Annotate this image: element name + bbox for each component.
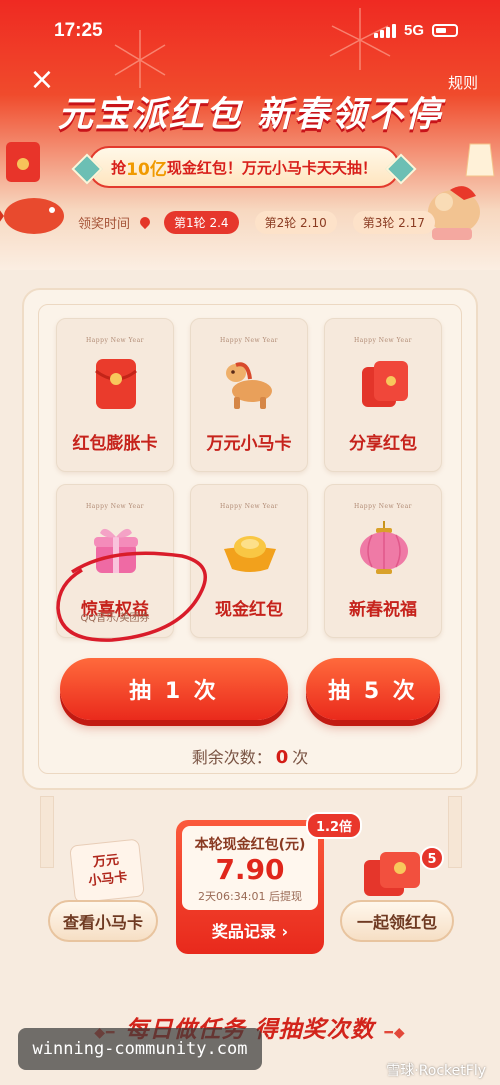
prize-name: 新春祝福 xyxy=(349,600,417,620)
red-envelope-icon xyxy=(95,359,137,409)
remaining-label: 剩余次数： xyxy=(191,748,272,767)
network-label: 5G xyxy=(403,22,424,39)
remaining-unit: 次 xyxy=(292,748,309,767)
cash-countdown: 2天06:34:01 后提现 xyxy=(198,890,302,903)
multiplier-badge: 1.2倍 xyxy=(306,812,363,839)
battery-icon xyxy=(432,24,458,37)
draw-five-button[interactable]: 抽 5 次 xyxy=(306,658,440,720)
divider-pillar xyxy=(448,796,462,868)
invite-together-button[interactable]: 一起领红包 xyxy=(340,900,454,942)
prize-record-button[interactable]: 奖品记录 › xyxy=(176,918,324,942)
watermark-left: winning-community.com xyxy=(18,1028,262,1070)
prize-name: 红包膨胀卡 xyxy=(72,434,158,454)
prize-tile-pony-card[interactable]: Happy New Year 万元小马卡 xyxy=(190,318,308,472)
highlight-circle-annotation xyxy=(56,551,207,642)
prize-name: 万元小马卡 xyxy=(206,434,292,454)
prize-name: 分享红包 xyxy=(349,434,417,454)
prize-hny-text: Happy New Year xyxy=(85,503,145,510)
pony-icon xyxy=(226,362,272,409)
remaining-count: 0 xyxy=(275,747,289,768)
prize-hny-text: Happy New Year xyxy=(85,337,145,344)
status-bar: 17:25 5G xyxy=(0,0,500,60)
round-1-tag[interactable]: 第1轮 2.4 xyxy=(164,210,239,234)
status-time: 17:25 xyxy=(54,20,103,41)
pony-card-thumbnail[interactable]: 万元 小马卡 xyxy=(69,838,145,904)
prize-hny-text: Happy New Year xyxy=(219,503,279,510)
timeline-label: 领奖时间 xyxy=(78,216,131,232)
red-envelope-fish-icon xyxy=(0,142,64,234)
prize-tile-expand-card[interactable]: Happy New Year 红包膨胀卡 xyxy=(56,318,174,472)
banner-highlight: 10亿 xyxy=(126,159,167,180)
divider-pillar xyxy=(40,796,54,868)
watermark-right: 雪球·RocketFly xyxy=(386,1063,486,1079)
round-3-tag[interactable]: 第3轮 2.17 xyxy=(352,210,435,234)
round-2-tag[interactable]: 第2轮 2.10 xyxy=(254,210,337,234)
notification-badge: 5 xyxy=(420,846,444,870)
prize-tile-share-envelope[interactable]: Happy New Year 分享红包 xyxy=(324,318,442,472)
remaining-draws: 剩余次数： 0 次 xyxy=(0,744,500,768)
cash-envelope-panel: 本轮现金红包(元) 7.90 2天06:34:01 后提现 奖品记录 › xyxy=(176,820,324,954)
title-decoration-right: ━◆ xyxy=(384,1025,406,1041)
signal-icon xyxy=(373,23,396,38)
draw-once-button[interactable]: 抽 1 次 xyxy=(60,658,288,720)
prize-hny-text: Happy New Year xyxy=(353,503,413,510)
cash-title: 本轮现金红包(元) xyxy=(194,837,306,853)
lantern-icon xyxy=(360,521,408,574)
status-indicators: 5G xyxy=(373,22,458,39)
promo-banner: 抢 10亿 现金红包！万元小马卡天天抽！ xyxy=(88,146,400,188)
share-red-envelope-icon xyxy=(362,361,408,407)
banner-prefix: 抢 xyxy=(111,158,127,177)
reward-timeline: 领奖时间 第1轮 2.4 第2轮 2.10 第3轮 2.17 xyxy=(78,208,447,236)
cash-envelope-inner: 本轮现金红包(元) 7.90 2天06:34:01 后提现 xyxy=(182,826,318,910)
location-pin-icon xyxy=(137,214,153,230)
gold-ingot-icon xyxy=(224,536,276,572)
view-pony-card-button[interactable]: 查看小马卡 xyxy=(48,900,158,942)
prize-hny-text: Happy New Year xyxy=(353,337,413,344)
cash-amount: 7.90 xyxy=(215,853,285,886)
prize-hny-text: Happy New Year xyxy=(219,337,279,344)
page-title: 元宝派红包 新春领不停 xyxy=(57,95,443,135)
prize-tile-blessing[interactable]: Happy New Year 新春祝福 xyxy=(324,484,442,638)
banner-suffix: 现金红包！万元小马卡天天抽！ xyxy=(166,158,377,177)
